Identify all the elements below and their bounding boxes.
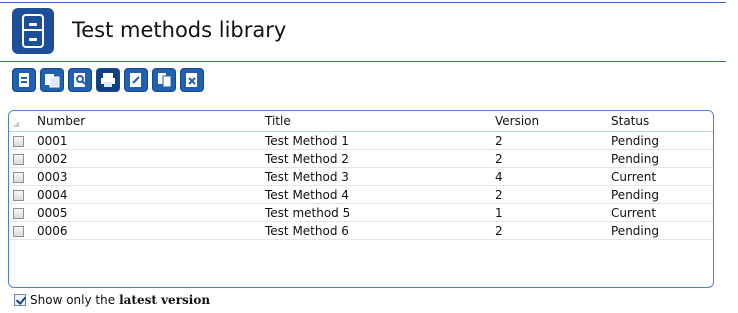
test-methods-table: Number Title Version Status 0001 Test Me… bbox=[8, 110, 714, 288]
table-row[interactable]: 0006 Test Method 6 2 Pending bbox=[9, 221, 713, 240]
cell-status: Current bbox=[607, 167, 713, 186]
cell-status: Pending bbox=[607, 221, 713, 240]
cell-title: Test Method 4 bbox=[261, 185, 491, 204]
header-top-line bbox=[0, 2, 726, 3]
copy-document-icon[interactable] bbox=[40, 68, 64, 92]
cell-version: 2 bbox=[491, 131, 607, 150]
cell-status: Pending bbox=[607, 185, 713, 204]
table-row[interactable]: 0003 Test Method 3 4 Current bbox=[9, 167, 713, 186]
cell-version: 2 bbox=[491, 221, 607, 240]
cell-version: 2 bbox=[491, 149, 607, 168]
cell-number: 0001 bbox=[33, 131, 261, 150]
cell-number: 0003 bbox=[33, 167, 261, 186]
table-row[interactable]: 0002 Test Method 2 2 Pending bbox=[9, 149, 713, 168]
column-header-version[interactable]: Version bbox=[491, 111, 607, 132]
toolbar bbox=[12, 68, 204, 94]
row-checkbox[interactable] bbox=[13, 171, 24, 183]
cell-title: Test Method 6 bbox=[261, 221, 491, 240]
cell-number: 0005 bbox=[33, 203, 261, 222]
latest-version-checkbox[interactable] bbox=[14, 294, 26, 306]
row-checkbox[interactable] bbox=[13, 153, 24, 165]
latest-version-filter[interactable]: Show only the latest version bbox=[14, 293, 210, 307]
select-all-corner[interactable] bbox=[9, 111, 33, 132]
row-checkbox[interactable] bbox=[13, 189, 24, 201]
column-header-status[interactable]: Status bbox=[607, 111, 713, 132]
cell-status: Current bbox=[607, 203, 713, 222]
cell-number: 0002 bbox=[33, 149, 261, 168]
cell-status: Pending bbox=[607, 149, 713, 168]
latest-version-label-prefix: Show only the bbox=[30, 293, 116, 307]
delete-document-icon[interactable] bbox=[180, 68, 204, 92]
table-row[interactable]: 0005 Test method 5 1 Current bbox=[9, 203, 713, 222]
cell-title: Test method 5 bbox=[261, 203, 491, 222]
search-document-icon[interactable] bbox=[68, 68, 92, 92]
filing-cabinet-icon bbox=[12, 8, 54, 54]
edit-document-icon[interactable] bbox=[124, 68, 148, 92]
cell-version: 1 bbox=[491, 203, 607, 222]
duplicate-document-icon[interactable] bbox=[152, 68, 176, 92]
cell-title: Test Method 3 bbox=[261, 167, 491, 186]
cell-title: Test Method 1 bbox=[261, 131, 491, 150]
add-document-icon[interactable] bbox=[12, 68, 36, 92]
cell-status: Pending bbox=[607, 131, 713, 150]
cell-version: 4 bbox=[491, 167, 607, 186]
table-row[interactable]: 0004 Test Method 4 2 Pending bbox=[9, 185, 713, 204]
cell-title: Test Method 2 bbox=[261, 149, 491, 168]
print-icon[interactable] bbox=[96, 68, 120, 92]
row-checkbox[interactable] bbox=[13, 225, 24, 237]
cell-number: 0004 bbox=[33, 185, 261, 204]
table-row[interactable]: 0001 Test Method 1 2 Pending bbox=[9, 131, 713, 150]
cell-number: 0006 bbox=[33, 221, 261, 240]
column-header-number[interactable]: Number bbox=[33, 111, 261, 132]
latest-version-label-bold: latest version bbox=[119, 293, 211, 307]
row-checkbox[interactable] bbox=[13, 207, 24, 219]
row-checkbox[interactable] bbox=[13, 135, 24, 147]
page-title: Test methods library bbox=[72, 18, 287, 42]
header-bottom-line bbox=[0, 61, 726, 62]
cell-version: 2 bbox=[491, 185, 607, 204]
column-header-title[interactable]: Title bbox=[261, 111, 491, 132]
